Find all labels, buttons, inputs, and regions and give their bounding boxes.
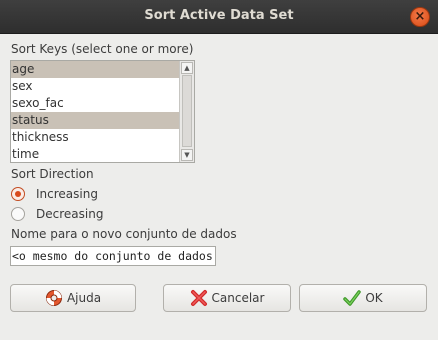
help-button[interactable]: Ajuda <box>10 284 136 312</box>
green-check-icon <box>343 289 362 307</box>
vertical-scrollbar[interactable]: ▲ ▼ <box>179 61 194 162</box>
close-button[interactable]: × <box>410 7 430 27</box>
window-title: Sort Active Data Set <box>144 8 294 23</box>
radio-increasing-indicator[interactable] <box>11 187 25 201</box>
scrollbar-thumb[interactable] <box>182 75 192 147</box>
scroll-down-icon[interactable]: ▼ <box>181 149 193 161</box>
list-item-sex[interactable]: sex <box>11 78 179 95</box>
sort-direction-label: Sort Direction <box>11 167 94 181</box>
red-x-icon <box>190 289 208 307</box>
sort-keys-list: age sex sexo_fac status thickness time <box>11 61 179 162</box>
new-dataset-label: Nome para o novo conjunto de dados <box>11 227 237 241</box>
radio-increasing-label[interactable]: Increasing <box>36 186 98 202</box>
ok-button[interactable]: OK <box>299 284 427 312</box>
help-lifebuoy-icon <box>45 289 63 307</box>
sort-keys-listbox[interactable]: age sex sexo_fac status thickness time ▲… <box>10 60 195 163</box>
sort-keys-label: Sort Keys (select one or more) <box>11 42 194 56</box>
list-item-thickness[interactable]: thickness <box>11 129 179 146</box>
list-item-sexo-fac[interactable]: sexo_fac <box>11 95 179 112</box>
cancel-button[interactable]: Cancelar <box>163 284 291 312</box>
list-item-time[interactable]: time <box>11 146 179 162</box>
list-item-status[interactable]: status <box>11 112 179 129</box>
scroll-up-icon[interactable]: ▲ <box>181 62 193 74</box>
radio-decreasing-indicator[interactable] <box>11 207 25 221</box>
help-button-label: Ajuda <box>66 291 102 305</box>
cancel-button-label: Cancelar <box>211 291 265 305</box>
radio-decreasing-label[interactable]: Decreasing <box>36 206 103 222</box>
title-bar: Sort Active Data Set × <box>0 0 438 34</box>
list-item-age[interactable]: age <box>11 61 179 78</box>
close-icon: × <box>414 9 426 24</box>
new-dataset-name-input[interactable]: <o mesmo do conjunto de dados <box>10 246 216 266</box>
ok-button-label: OK <box>365 291 383 305</box>
